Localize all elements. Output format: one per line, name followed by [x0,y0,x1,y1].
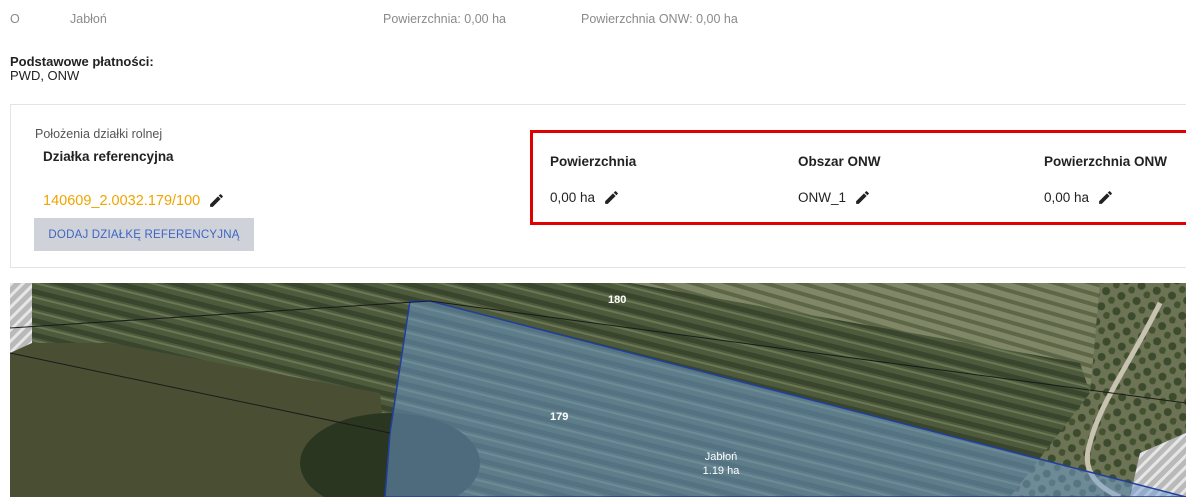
hatched-area-west [10,283,32,353]
onw-area-value-row: 0,00 ha [1044,189,1167,206]
summary-letter: O [10,12,20,26]
summary-area: Powierzchnia: 0,00 ha [383,12,506,26]
pencil-icon[interactable] [208,192,225,209]
reference-parcel-title: Działka referencyjna [43,149,174,164]
map-label-179: 179 [550,411,568,423]
basic-payments-title: Podstawowe płatności: [10,54,154,69]
area-value: 0,00 ha [550,190,596,205]
onw-area-column: Powierzchnia ONW 0,00 ha [1044,154,1167,206]
parcel-area-label: 1.19 ha [703,465,741,477]
pencil-icon[interactable] [1097,189,1114,206]
location-caption: Położenia działki rolnej [35,127,163,141]
pencil-icon[interactable] [603,189,620,206]
reference-parcel-row: 140609_2.0032.179/100 [43,192,225,209]
basic-payments-value: PWD, ONW [10,68,80,83]
onw-zone-column: Obszar ONW ONW_1 [798,154,881,206]
onw-area-header: Powierzchnia ONW [1044,154,1168,169]
area-column: Powierzchnia 0,00 ha [550,154,636,206]
onw-area-value: 0,00 ha [1044,190,1090,205]
reference-parcel-link[interactable]: 140609_2.0032.179/100 [43,193,200,209]
highlight-box: Powierzchnia 0,00 ha Obszar ONW ONW_1 Po… [530,130,1186,225]
onw-zone-header: Obszar ONW [798,154,881,169]
summary-onw-area: Powierzchnia ONW: 0,00 ha [581,12,738,26]
area-header: Powierzchnia [550,154,637,169]
summary-row: O Jabłoń Powierzchnia: 0,00 ha Powierzch… [10,12,1180,32]
pencil-icon[interactable] [854,189,871,206]
onw-zone-value-row: ONW_1 [798,189,881,206]
parcel-crop-label: Jabłoń [705,451,737,463]
onw-zone-value: ONW_1 [798,190,847,205]
map-label-180: 180 [608,294,626,306]
area-value-row: 0,00 ha [550,189,636,206]
summary-crop: Jabłoń [70,12,107,26]
add-reference-parcel-button[interactable]: DODAJ DZIAŁKĘ REFERENCYJNĄ [34,218,254,251]
map-view[interactable]: 180 179 Jabłoń 1.19 ha [10,283,1186,497]
